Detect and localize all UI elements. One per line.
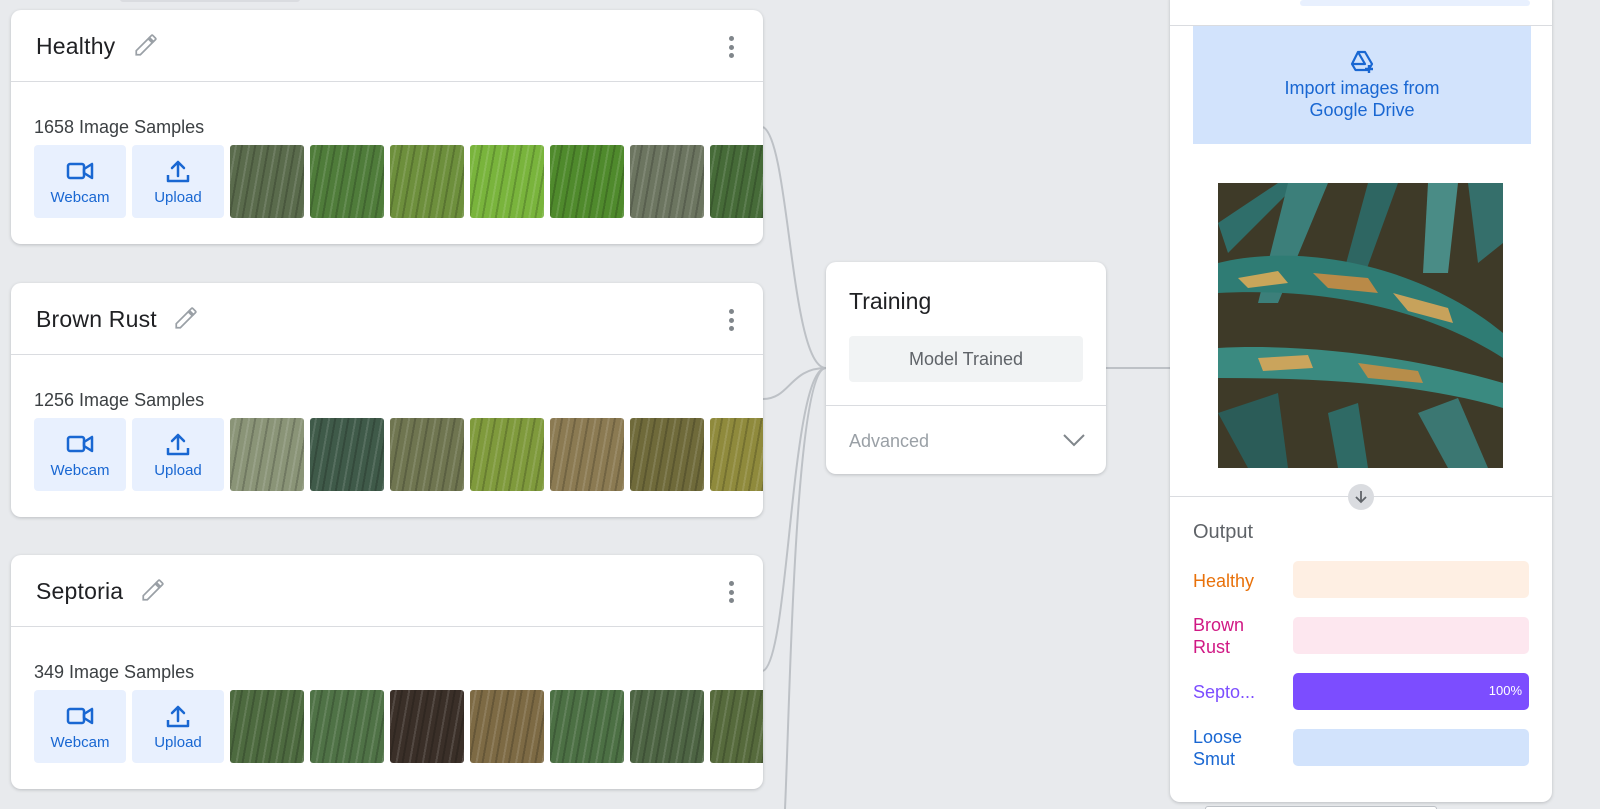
confidence-bar: 100% xyxy=(1293,673,1529,710)
upload-button[interactable]: Upload xyxy=(132,418,224,491)
class-name[interactable]: Brown Rust xyxy=(36,306,157,333)
import-label-line1: Import images from xyxy=(1284,77,1440,98)
training-title: Training xyxy=(849,288,932,314)
training-card: Training Model Trained Advanced xyxy=(826,262,1106,474)
sample-thumbnail[interactable] xyxy=(230,145,304,218)
sample-row: Webcam Upload xyxy=(34,690,763,763)
arrow-down-icon xyxy=(1348,484,1374,510)
upload-icon xyxy=(166,705,190,728)
class-card-header: Septoria xyxy=(11,555,763,627)
class-card-healthy: Healthy 1658 Image Samples Webcam Upload xyxy=(11,10,763,244)
confidence-bar xyxy=(1293,617,1529,654)
sample-count: 349 Image Samples xyxy=(34,662,195,682)
output-label: Brown Rust xyxy=(1193,615,1245,657)
sample-thumbnail[interactable] xyxy=(710,690,763,763)
sample-thumbnail[interactable] xyxy=(630,690,704,763)
sample-thumbnail[interactable] xyxy=(550,145,624,218)
output-label: Healthy xyxy=(1193,571,1255,591)
preview-image xyxy=(1218,183,1503,468)
videocam-icon xyxy=(66,162,94,180)
class-card-header: Brown Rust xyxy=(11,283,763,355)
sample-thumbnail[interactable] xyxy=(550,690,624,763)
sample-row: Webcam Upload xyxy=(34,145,763,218)
sample-thumbnail[interactable] xyxy=(310,145,384,218)
webcam-button[interactable]: Webcam xyxy=(34,145,126,218)
sample-thumbnail[interactable] xyxy=(390,690,464,763)
upload-button[interactable]: Upload xyxy=(132,690,224,763)
more-vert-icon[interactable] xyxy=(729,309,735,331)
chevron-down-icon[interactable] xyxy=(1062,432,1086,448)
webcam-label: Webcam xyxy=(50,734,110,751)
sample-thumbnail[interactable] xyxy=(710,418,763,491)
webcam-button[interactable]: Webcam xyxy=(34,418,126,491)
sample-thumbnail[interactable] xyxy=(230,418,304,491)
confidence-percent: 100% xyxy=(1488,683,1522,698)
output-label: Septo... xyxy=(1193,682,1256,702)
sample-thumbnail[interactable] xyxy=(710,145,763,218)
advanced-toggle[interactable]: Advanced xyxy=(849,431,929,452)
divider xyxy=(826,405,1106,406)
import-google-drive-button[interactable]: Import images from Google Drive xyxy=(1193,26,1531,144)
class-name[interactable]: Septoria xyxy=(36,578,123,605)
videocam-icon xyxy=(66,435,94,453)
preview-panel: Import images from Google Drive Output H… xyxy=(1170,0,1552,802)
scroll-stub-top xyxy=(120,0,300,2)
google-drive-icon xyxy=(1350,50,1374,73)
upload-icon xyxy=(166,433,190,456)
upload-button[interactable]: Upload xyxy=(132,145,224,218)
import-label-line2: Google Drive xyxy=(1309,99,1415,120)
sample-thumbnail[interactable] xyxy=(470,145,544,218)
sample-thumbnail[interactable] xyxy=(310,690,384,763)
upload-label: Upload xyxy=(154,734,202,751)
webcam-label: Webcam xyxy=(50,189,110,206)
sample-thumbnail[interactable] xyxy=(390,418,464,491)
model-trained-button[interactable]: Model Trained xyxy=(849,336,1083,382)
webcam-button[interactable]: Webcam xyxy=(34,690,126,763)
class-card-septoria: Septoria 349 Image Samples Webcam Upload xyxy=(11,555,763,789)
pencil-icon[interactable] xyxy=(173,305,199,331)
sample-thumbnail[interactable] xyxy=(630,145,704,218)
webcam-label: Webcam xyxy=(50,462,110,479)
preview-toolbar-stub xyxy=(1300,0,1530,6)
sample-thumbnail[interactable] xyxy=(470,690,544,763)
pencil-icon[interactable] xyxy=(140,577,166,603)
sample-thumbnail[interactable] xyxy=(470,418,544,491)
upload-label: Upload xyxy=(154,462,202,479)
sample-row: Webcam Upload xyxy=(34,418,763,491)
sample-thumbnail[interactable] xyxy=(310,418,384,491)
upload-icon xyxy=(166,160,190,183)
more-vert-icon[interactable] xyxy=(729,36,735,58)
sample-thumbnail[interactable] xyxy=(230,690,304,763)
output-label: Loose Smut xyxy=(1193,727,1243,769)
sample-count: 1658 Image Samples xyxy=(34,117,205,137)
videocam-icon xyxy=(66,707,94,725)
sample-count: 1256 Image Samples xyxy=(34,390,205,410)
class-card-header: Healthy xyxy=(11,10,763,82)
confidence-bar xyxy=(1293,729,1529,766)
class-name[interactable]: Healthy xyxy=(36,33,115,60)
sample-thumbnail[interactable] xyxy=(550,418,624,491)
pencil-icon[interactable] xyxy=(133,32,159,58)
more-vert-icon[interactable] xyxy=(729,581,735,603)
confidence-bar xyxy=(1293,561,1529,598)
sample-thumbnail[interactable] xyxy=(390,145,464,218)
class-card-brown-rust: Brown Rust 1256 Image Samples Webcam Upl… xyxy=(11,283,763,517)
output-title: Output xyxy=(1193,521,1254,543)
upload-label: Upload xyxy=(154,189,202,206)
sample-thumbnail[interactable] xyxy=(630,418,704,491)
